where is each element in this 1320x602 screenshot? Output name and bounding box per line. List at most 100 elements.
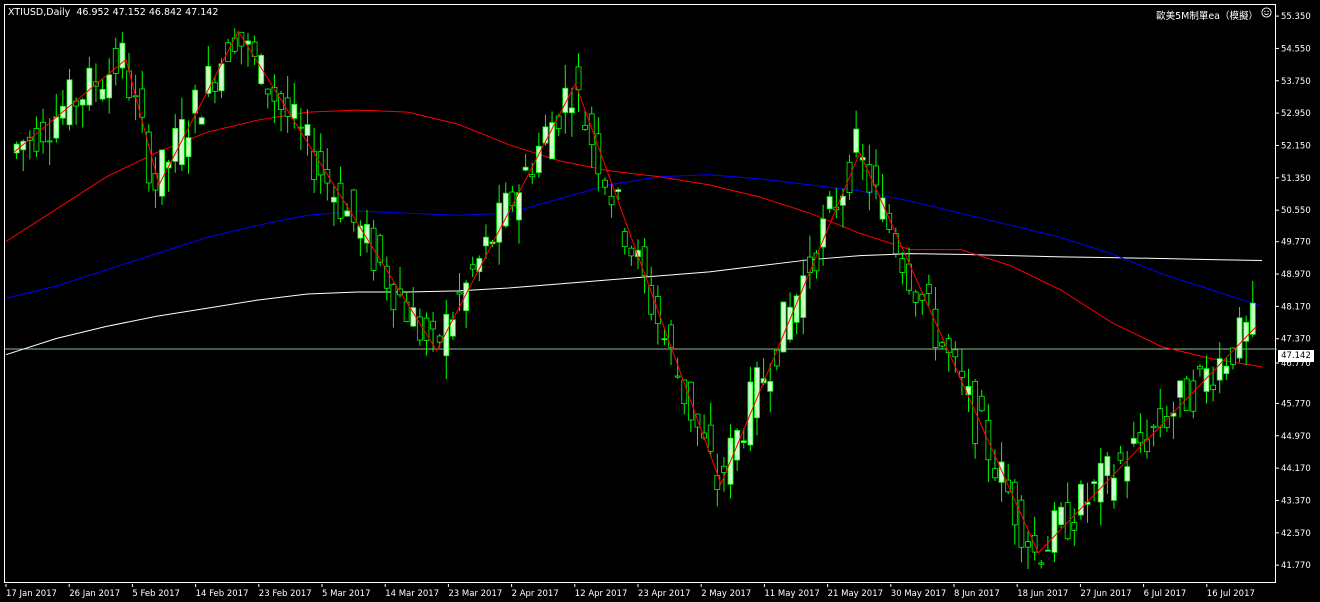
candle-body <box>212 82 218 92</box>
candle-body <box>661 338 668 341</box>
candle-body <box>79 99 86 106</box>
candle-body <box>264 88 271 95</box>
candle-body <box>826 196 833 210</box>
candle-body <box>912 291 919 303</box>
candle-body <box>621 231 628 248</box>
time-tick-label: 5 Mar 2017 <box>322 589 370 599</box>
ma-mid-line <box>5 174 1263 307</box>
time-tick-label: 6 Jul 2017 <box>1144 589 1187 599</box>
candle-body <box>773 349 780 367</box>
candle-body <box>899 258 906 273</box>
candle-body <box>1038 562 1045 565</box>
candle-body <box>668 324 674 348</box>
candle-body <box>925 283 932 294</box>
time-tick-label: 23 Feb 2017 <box>259 589 312 599</box>
candle-body <box>615 189 622 193</box>
time-tick-label: 2 Apr 2017 <box>512 589 559 599</box>
candle-body <box>496 202 503 243</box>
zigzag-line <box>13 30 1257 554</box>
candle-body <box>337 182 344 219</box>
candle-body <box>1223 365 1230 374</box>
candle-body <box>46 140 53 143</box>
time-tick-label: 14 Mar 2017 <box>385 589 439 599</box>
candle-body <box>483 236 489 247</box>
time-tick-label: 23 Mar 2017 <box>448 589 502 599</box>
candle-body <box>1177 380 1183 398</box>
candle-body <box>126 70 132 98</box>
candle-body <box>1117 452 1124 461</box>
time-tick-label: 18 Jun 2017 <box>1017 589 1068 599</box>
price-tick-label: 41.770 <box>1281 561 1311 571</box>
candles <box>13 28 1256 570</box>
price-tick-label: 51.350 <box>1281 174 1311 184</box>
price-tick-label: 55.350 <box>1281 12 1311 22</box>
candle-body <box>304 124 311 136</box>
candle-body <box>364 224 370 244</box>
time-tick-label: 16 Jul 2017 <box>1207 589 1255 599</box>
price-tick-label: 52.150 <box>1281 141 1311 151</box>
chart-window[interactable] <box>4 4 1277 584</box>
candle-body <box>529 174 536 178</box>
time-tick-label: 14 Feb 2017 <box>196 589 249 599</box>
time-tick-label: 5 Feb 2017 <box>132 589 180 599</box>
price-chart[interactable] <box>5 5 1277 584</box>
expert-advisor-label: 歐美5M制單ea（模擬） <box>1156 11 1258 22</box>
candle-body <box>1051 510 1058 553</box>
candle-body <box>40 121 46 143</box>
candle-body <box>456 291 463 295</box>
current-price-label: 47.142 <box>1278 350 1314 362</box>
candle-body <box>390 283 397 311</box>
candle-body <box>331 196 337 203</box>
candle-body <box>1137 432 1144 444</box>
candle-body <box>1044 549 1051 552</box>
candle-body <box>978 395 985 412</box>
candle-body <box>1025 541 1031 548</box>
candle-body <box>86 67 93 106</box>
candle-body <box>952 349 959 358</box>
candle-body <box>992 468 998 479</box>
time-tick-label: 27 Jun 2017 <box>1080 589 1131 599</box>
candle-body <box>1104 456 1111 477</box>
ma-fast-line <box>5 109 1263 368</box>
time-tick-label: 11 May 2017 <box>764 589 819 599</box>
candle-body <box>932 308 939 349</box>
candle-body <box>297 126 304 129</box>
candle-body <box>1124 466 1131 482</box>
candle-body <box>1210 384 1217 390</box>
price-axis: 55.350 54.550 53.750 52.950 52.150 51.350 50.5… <box>1276 12 1311 571</box>
candle-body <box>595 133 602 175</box>
smiley-face-icon[interactable] <box>1261 7 1272 18</box>
candle-body <box>568 107 575 114</box>
time-tick-label: 8 Jun 2017 <box>954 589 1000 599</box>
candle-body <box>99 88 106 100</box>
price-tick-label: 50.550 <box>1281 206 1311 216</box>
price-tick-label: 54.550 <box>1281 44 1311 54</box>
candle-body <box>258 54 265 85</box>
candle-body <box>740 440 747 443</box>
time-axis: 17 Jan 2017 26 Jan 2017 5 Feb 2017 14 Feb 2… <box>5 584 1255 599</box>
candle-body <box>1091 481 1098 484</box>
candle-body <box>509 191 516 207</box>
candle-body <box>674 375 681 378</box>
candle-body <box>707 424 714 452</box>
candle-body <box>344 210 351 217</box>
candle-body <box>522 166 529 171</box>
candle-body <box>641 246 648 277</box>
candle-body <box>1196 365 1203 370</box>
candle-body <box>1071 522 1078 531</box>
price-tick-label: 42.570 <box>1281 529 1311 539</box>
candle-body <box>185 137 192 158</box>
ma-slow-line <box>5 253 1263 356</box>
candle-body <box>1183 378 1190 412</box>
candle-body <box>291 104 298 119</box>
time-tick-label: 21 May 2017 <box>828 589 883 599</box>
candle-body <box>608 195 615 206</box>
price-tick-label: 43.370 <box>1281 496 1311 506</box>
price-tick-label: 49.770 <box>1281 238 1311 248</box>
price-tick-label: 53.750 <box>1281 77 1311 87</box>
candle-body <box>377 235 384 263</box>
candle-body <box>53 116 60 139</box>
candle-body <box>66 79 73 126</box>
candle-body <box>939 342 945 347</box>
candle-body <box>1150 425 1157 428</box>
